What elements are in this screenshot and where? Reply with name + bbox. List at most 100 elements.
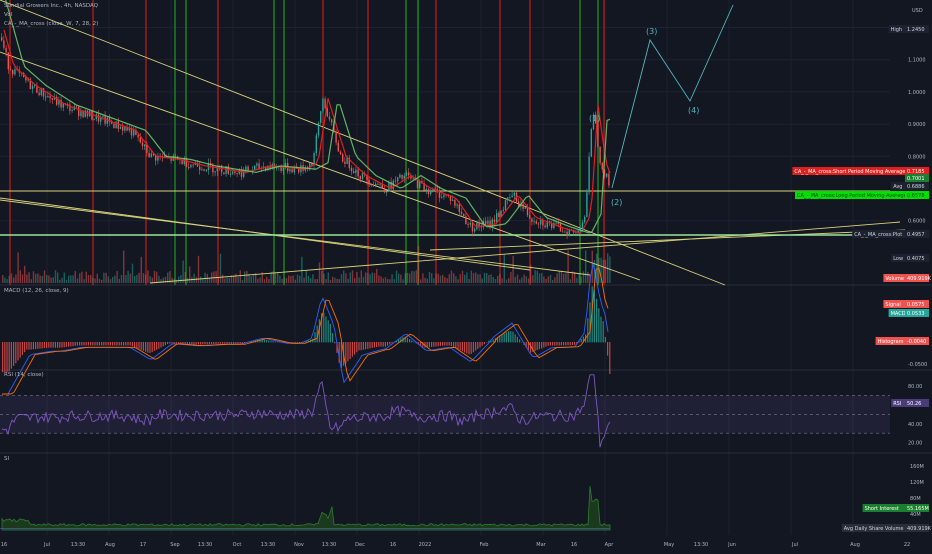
candle-body: [335, 132, 336, 143]
volume-bar: [466, 272, 467, 283]
histogram-bar: [229, 342, 230, 344]
price-tick: 0.6000: [908, 219, 926, 225]
volume-bar: [132, 264, 133, 283]
histogram-bar: [391, 342, 392, 343]
histogram-bar: [35, 342, 36, 349]
candle-body: [351, 168, 352, 171]
candle-body: [78, 107, 79, 116]
volume-bar: [218, 278, 219, 283]
volume-bar: [90, 275, 91, 283]
avg-volume-label: Avg Daily Share Volume: [844, 526, 904, 532]
volume-bar: [321, 271, 322, 283]
histogram-bar: [539, 342, 540, 349]
volume-bar: [220, 254, 221, 283]
histogram-bar: [477, 342, 478, 349]
volume-bar: [453, 273, 454, 283]
volume-bar: [149, 276, 150, 283]
volume-bar: [411, 271, 412, 283]
volume-bar: [154, 271, 155, 283]
volume-bar: [147, 270, 148, 283]
volume-bar: [510, 272, 511, 283]
trend-line: [0, 52, 640, 280]
volume-bar: [81, 272, 82, 283]
histogram-bar: [152, 342, 153, 352]
volume-bar: [345, 273, 346, 283]
volume-bar: [114, 276, 115, 283]
histogram-bar: [59, 342, 60, 348]
histogram-bar: [26, 342, 27, 350]
volume-bar: [286, 278, 287, 283]
histogram-bar: [506, 332, 507, 342]
chart-root: (1)(2)(3)(4) USD1.20001.10001.00000.9000…: [0, 0, 932, 550]
volume-bar: [539, 273, 540, 283]
histogram-bar: [53, 342, 54, 348]
ma-cross-legend[interactable]: CA_-_MA_cross (close, W, 7, 28, 2): [4, 21, 98, 27]
candle-body: [256, 163, 257, 165]
candle-body: [3, 40, 4, 47]
candle-body: [324, 99, 325, 109]
volume-bar: [37, 273, 38, 283]
volume-bar: [39, 275, 40, 283]
candle-body: [124, 127, 125, 131]
volume-bar: [123, 251, 124, 283]
histogram-bar: [589, 302, 590, 342]
histogram-bar: [235, 342, 236, 344]
volume-bar: [143, 273, 144, 283]
volume-bar: [473, 273, 474, 283]
volume-bar: [471, 271, 472, 283]
volume-bar: [13, 278, 14, 283]
candle-body: [8, 52, 9, 69]
candle-body: [558, 223, 559, 224]
volume-bar: [552, 280, 553, 283]
histogram-bar: [548, 342, 549, 346]
histogram-bar: [369, 342, 370, 348]
wave-label: (1): [589, 114, 600, 123]
candle-body: [586, 192, 587, 217]
rsi-title[interactable]: RSI (14, close): [4, 372, 44, 378]
candle-body: [93, 119, 94, 120]
volume-bar: [4, 278, 5, 283]
volume-bar: [462, 271, 463, 283]
macd-histogram-label: Histogram: [878, 339, 904, 345]
time-axis[interactable]: 16Jul13:30Aug17Sep13:30Oct13:30Nov13:30D…: [1, 542, 910, 548]
candle-body: [538, 224, 539, 225]
histogram-bar: [565, 342, 566, 345]
time-tick: Apr: [605, 542, 615, 548]
volume-bar: [92, 278, 93, 283]
volume-bar: [301, 257, 302, 283]
trend-lines: [0, 0, 905, 285]
volume-bar: [28, 272, 29, 283]
histogram-bar: [275, 341, 276, 342]
time-tick: May: [664, 542, 674, 548]
histogram-bar: [169, 342, 170, 343]
histogram-bar: [570, 342, 571, 345]
si-title[interactable]: SI: [4, 456, 9, 462]
histogram-bar: [28, 342, 29, 350]
candle-body: [467, 224, 468, 225]
histogram-bar: [66, 342, 67, 347]
histogram-bar: [134, 342, 135, 347]
candle-body: [342, 154, 343, 161]
histogram-bar: [442, 342, 443, 346]
macd-title[interactable]: MACD (12, 26, close, 9): [4, 288, 69, 294]
candle-body: [1, 37, 2, 40]
low-value: 0.4075: [907, 256, 925, 262]
high-label: High: [891, 27, 903, 33]
histogram-bar: [158, 342, 159, 349]
volume-bar: [334, 278, 335, 283]
long-ma-label: CA_-_MA_cross:Long Period Moving Average: [797, 193, 907, 199]
chart-canvas[interactable]: (1)(2)(3)(4) USD1.20001.10001.00000.9000…: [0, 0, 932, 550]
volume-bar: [48, 275, 49, 283]
volume-bar: [277, 272, 278, 283]
volume-bar: [9, 276, 10, 283]
histogram-bar: [138, 342, 139, 349]
candle-body: [487, 221, 488, 224]
histogram-bar: [501, 335, 502, 343]
time-tick: Oct: [233, 542, 242, 548]
volume-bar: [86, 272, 87, 283]
volume-bar: [409, 273, 410, 283]
candle-body: [401, 175, 402, 179]
volume-legend[interactable]: Vol: [4, 12, 12, 18]
candle-body: [527, 207, 528, 215]
candle-body: [236, 173, 237, 174]
